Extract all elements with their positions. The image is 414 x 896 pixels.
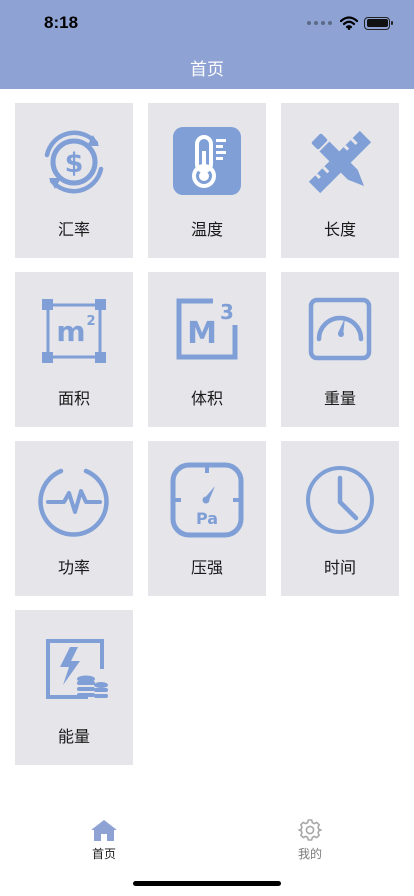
home-icon (91, 820, 117, 841)
ruler-pencil-icon (308, 130, 372, 194)
tile-label: 重量 (323, 389, 356, 408)
battery-icon (364, 16, 393, 30)
tile-label: 汇率 (57, 220, 90, 239)
cellular-signal-icon (307, 21, 332, 25)
energy-icon (46, 639, 108, 699)
tile-volume[interactable]: M 3 体积 (148, 272, 266, 427)
tile-weight[interactable]: 重量 (281, 272, 399, 427)
tile-currency[interactable]: $ 汇率 (15, 103, 133, 258)
tile-area[interactable]: m 2 面积 (15, 272, 133, 427)
tile-label: 温度 (190, 220, 223, 239)
status-icons (307, 13, 393, 33)
tile-label: 面积 (57, 389, 90, 408)
volume-exp-text: 3 (220, 300, 234, 324)
tile-label: 能量 (57, 727, 90, 746)
weight-scale-icon (308, 297, 372, 361)
tile-energy[interactable]: 能量 (15, 610, 133, 765)
pressure-gauge-icon: Pa (170, 462, 244, 538)
gear-icon (298, 819, 322, 841)
power-pulse-icon (38, 468, 109, 537)
pressure-unit-text: Pa (196, 509, 218, 528)
tile-power[interactable]: 功率 (15, 441, 133, 596)
tab-mine-label: 我的 (297, 847, 322, 861)
svg-text:$: $ (65, 148, 84, 179)
area-m2-icon: m 2 (42, 299, 106, 363)
tile-pressure[interactable]: Pa 压强 (148, 441, 266, 596)
status-time: 8:18 (44, 13, 79, 32)
tile-length[interactable]: 长度 (281, 103, 399, 258)
area-exp-text: 2 (86, 314, 95, 329)
area-unit-text: m (56, 315, 85, 348)
volume-unit-text: M (187, 316, 217, 351)
tile-time[interactable]: 时间 (281, 441, 399, 596)
tile-label: 时间 (323, 558, 356, 577)
page-title: 首页 (190, 60, 224, 80)
tab-home[interactable]: 首页 (44, 818, 164, 868)
tile-label: 功率 (57, 558, 90, 577)
tile-label: 体积 (190, 389, 223, 408)
tab-home-label: 首页 (91, 847, 116, 861)
volume-m3-icon: M 3 (176, 298, 238, 360)
thermometer-icon (173, 127, 241, 195)
currency-exchange-icon: $ (44, 130, 104, 194)
clock-icon (306, 466, 374, 534)
tile-label: 长度 (323, 220, 356, 239)
tile-label: 压强 (190, 558, 223, 577)
home-indicator (133, 881, 281, 886)
nav-bar: 8:18 首页 (0, 0, 414, 89)
wifi-icon (340, 16, 358, 30)
tile-temperature[interactable]: 温度 (148, 103, 266, 258)
tab-mine[interactable]: 我的 (250, 818, 370, 868)
